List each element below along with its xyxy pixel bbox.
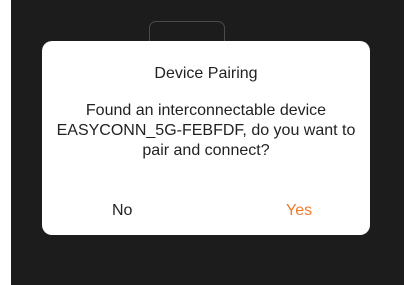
yes-button[interactable]: Yes	[286, 201, 312, 221]
connection-status-text: Connecting	[169, 261, 246, 278]
no-button[interactable]: No	[112, 201, 132, 221]
dialog-message: Found an interconnectable device EASYCON…	[56, 102, 356, 159]
dialog-title: Device Pairing	[154, 65, 258, 82]
pairing-dialog: Device Pairing Found an interconnectable…	[42, 41, 370, 235]
